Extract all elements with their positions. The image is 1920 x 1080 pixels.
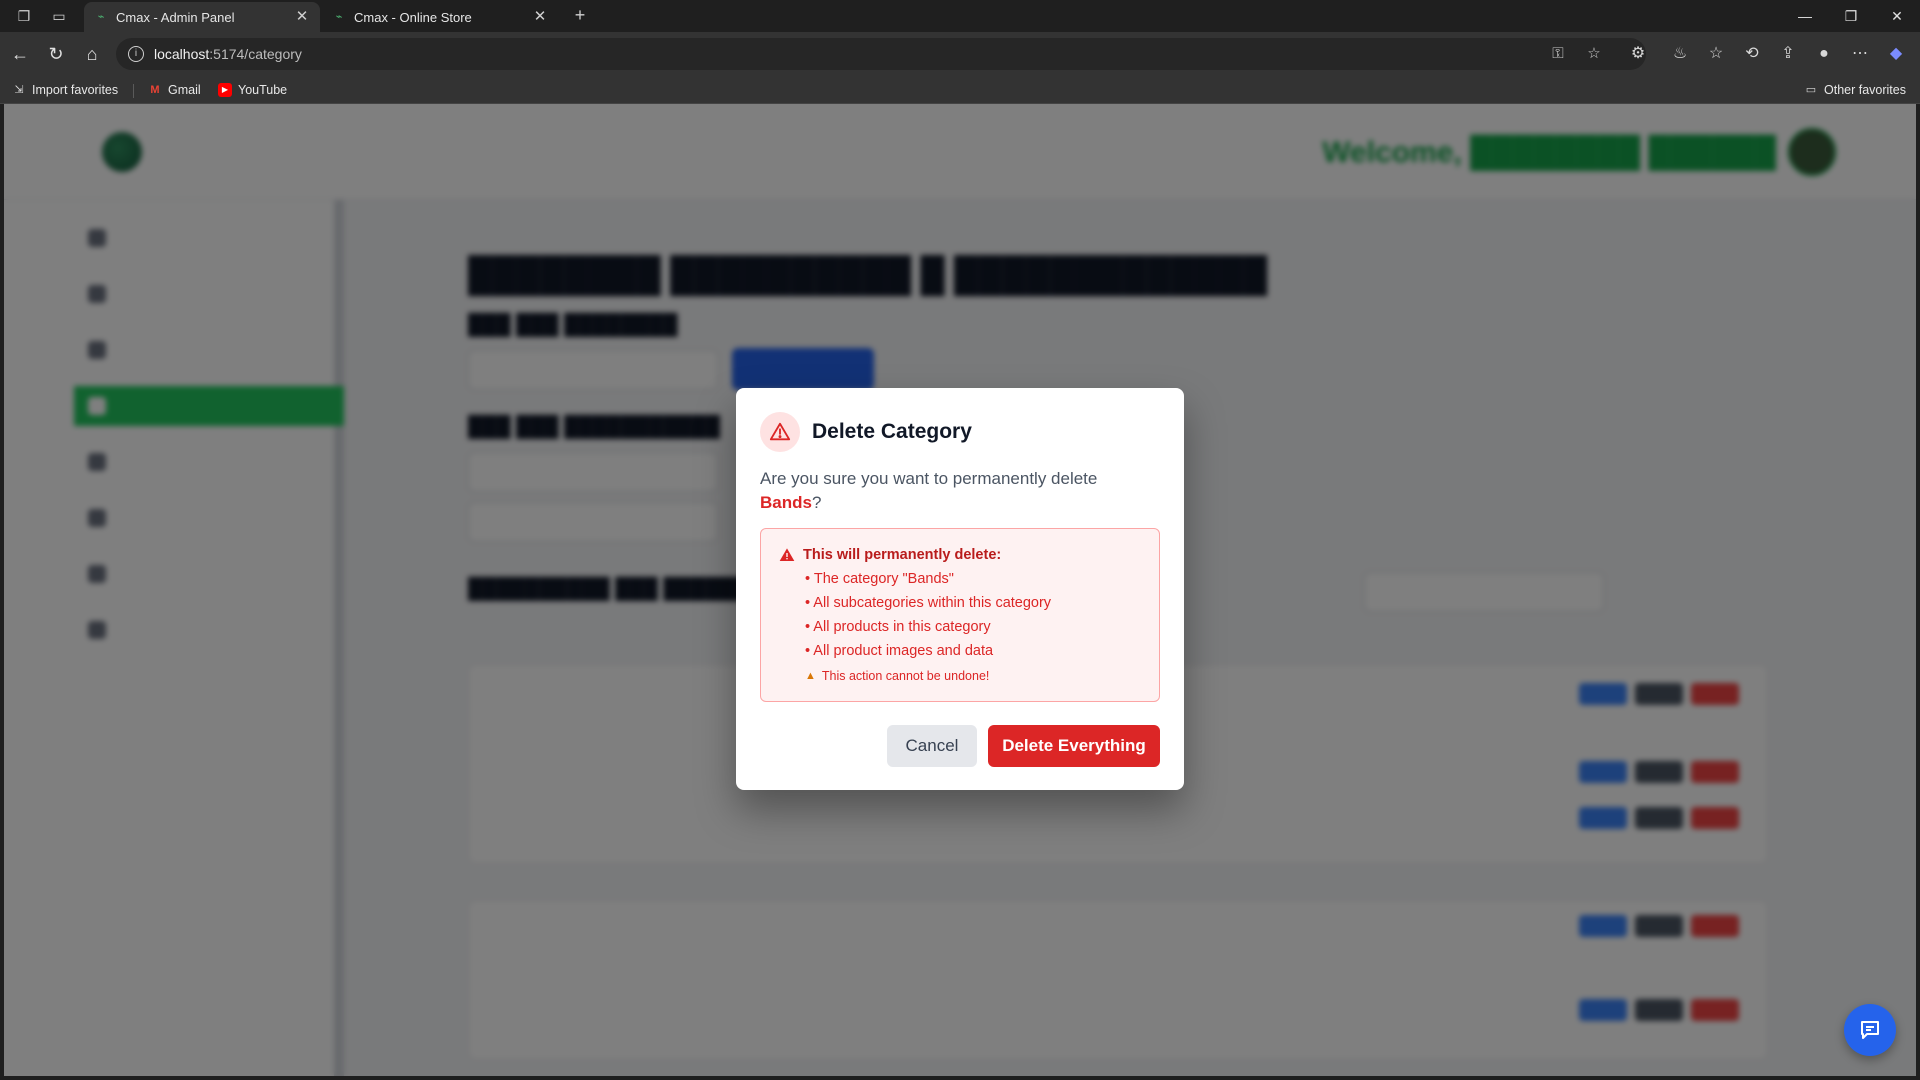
tab-title: Cmax - Online Store — [354, 9, 472, 25]
restore-icon[interactable]: ❐ — [1828, 0, 1874, 32]
close-window-icon[interactable]: ✕ — [1874, 0, 1920, 32]
tab-title: Cmax - Admin Panel — [116, 9, 235, 25]
bookmark-import-favorites[interactable]: ⇲ Import favorites — [12, 81, 118, 99]
reload-icon[interactable]: ↻ — [44, 42, 68, 66]
youtube-icon: ▶ — [218, 83, 232, 97]
warning-heading: This will permanently delete: — [779, 547, 1001, 563]
chat-button[interactable] — [1844, 1004, 1896, 1056]
copilot-icon[interactable]: ◆ — [1884, 42, 1908, 66]
bookmark-separator — [133, 84, 134, 98]
password-key-icon[interactable]: ⚿ — [1546, 42, 1570, 66]
more-menu-icon[interactable]: ⋯ — [1848, 42, 1872, 66]
target-category-name: Bands — [760, 493, 812, 512]
warning-list-item: • All subcategories within this category — [805, 595, 1052, 611]
warning-heading-text: This will permanently delete: — [803, 547, 1002, 563]
tab-online-store[interactable]: ⌁ Cmax - Online Store ✕ — [322, 2, 558, 32]
share-icon[interactable]: ⇪ — [1776, 42, 1800, 66]
alert-triangle-icon — [760, 412, 800, 452]
other-favorites[interactable]: ▭ Other favorites — [1804, 81, 1906, 99]
delete-category-dialog: Delete Category Are you sure you want to… — [736, 388, 1184, 790]
site-favicon-icon: ⌁ — [335, 11, 343, 23]
history-icon[interactable]: ⟲ — [1740, 42, 1764, 66]
bookmark-label: Gmail — [168, 83, 201, 97]
url-text: localhost:5174/category — [154, 46, 302, 62]
irreversible-note-text: This action cannot be undone! — [821, 669, 990, 683]
warning-box: This will permanently delete: • The cate… — [760, 528, 1160, 702]
tab-admin-panel[interactable]: ⌁ Cmax - Admin Panel ✕ — [84, 2, 320, 32]
bookmarks-bar: ⇲ Import favorites M Gmail ▶ YouTube ▭ O… — [0, 76, 1920, 104]
site-favicon-icon: ⌁ — [97, 11, 105, 23]
warning-list-item: • All product images and data — [805, 643, 994, 659]
back-icon[interactable]: ← — [8, 42, 32, 66]
alert-triangle-filled-icon — [779, 548, 795, 561]
close-tab-icon[interactable]: ✕ — [532, 9, 548, 25]
minimize-icon[interactable]: — — [1782, 0, 1828, 32]
site-info-icon[interactable]: i — [128, 46, 144, 62]
favorites-icon[interactable]: ☆ — [1704, 42, 1728, 66]
bookmark-gmail[interactable]: M Gmail — [148, 81, 201, 99]
favorite-star-icon[interactable]: ☆ — [1582, 42, 1606, 66]
warning-list-item: • The category "Bands" — [805, 571, 954, 587]
browser-toolbar: ← ↻ ⌂ i localhost:5174/category ⚿ ☆ ⚙ ♨ … — [0, 32, 1920, 76]
bookmark-youtube[interactable]: ▶ YouTube — [218, 81, 287, 99]
folder-icon: ▭ — [1805, 84, 1817, 96]
warning-list-item: • All products in this category — [805, 619, 991, 635]
gmail-icon: M — [150, 84, 160, 96]
workspaces-icon[interactable]: ❐ — [16, 8, 32, 24]
bookmark-label: Import favorites — [32, 83, 119, 97]
warning-sign-icon: ▲ — [805, 670, 816, 682]
dialog-header: Delete Category — [760, 412, 972, 452]
irreversible-note: ▲ This action cannot be undone! — [805, 669, 989, 683]
new-tab-icon[interactable]: + — [572, 6, 588, 24]
browser-essentials-icon[interactable]: ♨ — [1668, 42, 1692, 66]
other-favorites-label: Other favorites — [1824, 83, 1906, 97]
delete-everything-button[interactable]: Delete Everything — [988, 725, 1160, 767]
vertical-tabs-icon[interactable]: ▭ — [51, 8, 67, 24]
profile-avatar-icon[interactable]: ● — [1812, 42, 1836, 66]
import-icon: ⇲ — [14, 84, 24, 96]
chat-bubble-icon — [1861, 1021, 1879, 1039]
browser-tab-bar: ❐ ▭ ⌁ Cmax - Admin Panel ✕ ⌁ Cmax - Onli… — [0, 0, 1920, 32]
close-tab-icon[interactable]: ✕ — [294, 9, 310, 25]
dialog-message: Are you sure you want to permanently del… — [760, 469, 1098, 512]
extensions-icon[interactable]: ⚙ — [1626, 42, 1650, 66]
dialog-title: Delete Category — [812, 420, 972, 443]
cancel-button[interactable]: Cancel — [887, 725, 977, 767]
home-icon[interactable]: ⌂ — [80, 42, 104, 66]
bookmark-label: YouTube — [238, 83, 288, 97]
address-bar[interactable]: i localhost:5174/category ⚿ ☆ — [116, 38, 1646, 70]
